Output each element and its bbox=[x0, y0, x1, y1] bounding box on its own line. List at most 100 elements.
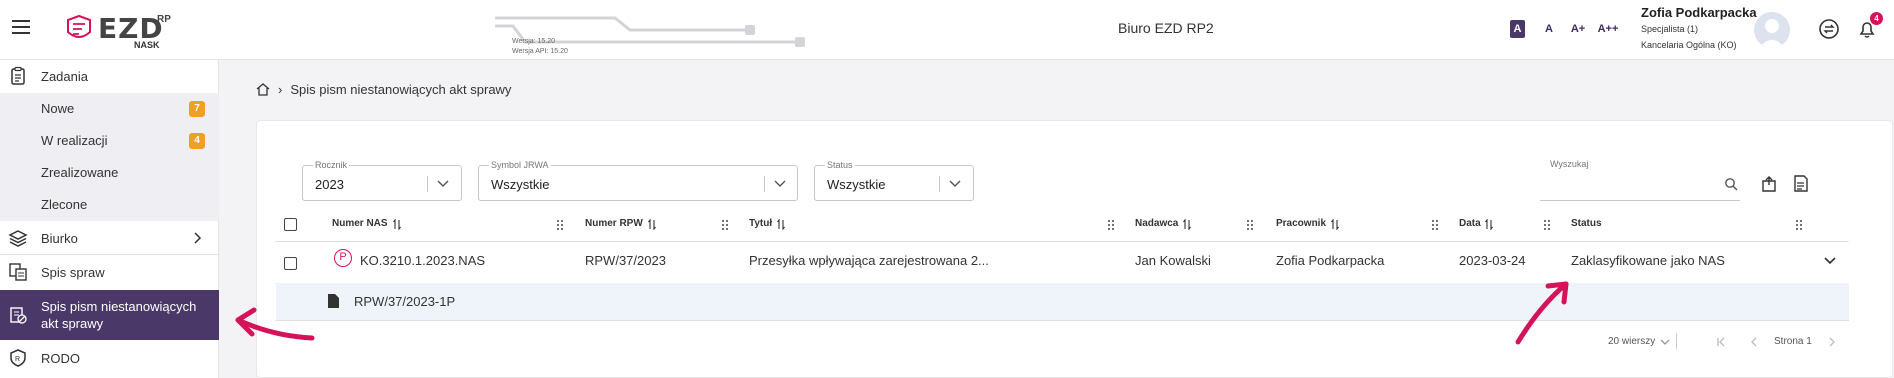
user-name[interactable]: Zofia Podkarpacka bbox=[1641, 5, 1757, 20]
year-select-label: Rocznik bbox=[313, 160, 350, 170]
sidebar-item-rodo[interactable]: R RODO bbox=[0, 342, 219, 374]
home-icon[interactable] bbox=[256, 83, 270, 96]
cell-status: Zaklasyfikowane jako NAS bbox=[1571, 253, 1725, 268]
status-select-value: Wszystkie bbox=[827, 177, 886, 192]
clear-filters-icon[interactable] bbox=[1760, 175, 1778, 193]
sidebar-item-tasks[interactable]: Zadania bbox=[0, 60, 219, 92]
sort-icon[interactable] bbox=[1485, 219, 1494, 230]
sidebar-item-completed[interactable]: Zrealizowane bbox=[0, 157, 219, 189]
shield-icon: R bbox=[10, 349, 26, 367]
font-size-xlarge-button[interactable]: A++ bbox=[1597, 20, 1619, 38]
breadcrumb-separator: › bbox=[278, 82, 283, 97]
breadcrumb: › Spis pism niestanowiących akt sprawy bbox=[256, 82, 511, 97]
attachment-number[interactable]: RPW/37/2023-1P bbox=[354, 294, 455, 309]
drag-handle-icon[interactable] bbox=[1107, 219, 1115, 231]
drag-handle-icon[interactable] bbox=[1431, 219, 1439, 231]
sort-icon[interactable] bbox=[1331, 219, 1340, 230]
sidebar-item-label-line1: Spis pism niestanowiących bbox=[41, 299, 197, 314]
column-header-sender[interactable]: Nadawca bbox=[1135, 218, 1178, 229]
column-header-employee[interactable]: Pracownik bbox=[1276, 218, 1326, 229]
font-size-a-button[interactable]: A bbox=[1510, 20, 1525, 38]
cell-employee: Zofia Podkarpacka bbox=[1276, 253, 1385, 268]
sort-icon[interactable] bbox=[1183, 219, 1192, 230]
document-tree-icon bbox=[9, 263, 27, 281]
drag-handle-icon[interactable] bbox=[721, 219, 729, 231]
drag-handle-icon[interactable] bbox=[1246, 219, 1254, 231]
sidebar-item-label: Spis spraw bbox=[41, 264, 105, 280]
switch-user-icon[interactable] bbox=[1818, 18, 1840, 40]
sidebar-item-label: RODO bbox=[41, 350, 80, 366]
logo-icon bbox=[67, 14, 91, 38]
count-badge: 7 bbox=[189, 101, 205, 117]
svg-text:R: R bbox=[15, 356, 20, 363]
sidebar-item-desk[interactable]: Biurko bbox=[0, 222, 219, 254]
column-header-title[interactable]: Tytuł bbox=[749, 218, 772, 229]
sidebar: Zadania Nowe 7 W realizacji 4 Zrealizowa… bbox=[0, 60, 219, 378]
document-type-icon: P bbox=[334, 249, 352, 267]
sidebar-item-label: W realizacji bbox=[41, 133, 108, 148]
notification-badge: 4 bbox=[1870, 12, 1883, 25]
file-icon bbox=[328, 294, 339, 308]
sidebar-item-label: Spis pism niestanowiących akt sprawy bbox=[41, 298, 196, 332]
column-header-date[interactable]: Data bbox=[1459, 218, 1481, 229]
drag-handle-icon[interactable] bbox=[1543, 219, 1551, 231]
status-select[interactable]: Status Wszystkie bbox=[814, 160, 974, 201]
search-icon[interactable] bbox=[1724, 177, 1738, 191]
chevron-down-icon bbox=[949, 180, 961, 187]
cell-nas[interactable]: KO.3210.1.2023.NAS bbox=[360, 253, 485, 268]
export-icon[interactable] bbox=[1792, 174, 1810, 193]
sidebar-item-cases[interactable]: Spis spraw bbox=[0, 256, 219, 288]
font-size-a-button-alt[interactable]: A bbox=[1544, 20, 1554, 38]
sidebar-item-label: Nowe bbox=[41, 101, 75, 116]
select-all-checkbox[interactable] bbox=[284, 218, 297, 231]
sidebar-item-in-progress[interactable]: W realizacji 4 bbox=[0, 125, 219, 157]
logo-superscript: RP bbox=[157, 14, 171, 25]
sort-icon[interactable] bbox=[648, 219, 657, 230]
column-header-nas[interactable]: Numer NAS bbox=[332, 218, 388, 229]
drag-handle-icon[interactable] bbox=[556, 219, 564, 231]
font-size-large-button[interactable]: A+ bbox=[1569, 20, 1587, 38]
sort-icon[interactable] bbox=[393, 219, 402, 230]
jrwa-select-label: Symbol JRWA bbox=[489, 160, 551, 170]
rows-per-page-select[interactable]: 20 wierszy bbox=[1608, 336, 1655, 347]
prev-page-icon[interactable] bbox=[1750, 337, 1758, 347]
first-page-icon[interactable] bbox=[1716, 337, 1726, 347]
count-badge: 4 bbox=[189, 133, 205, 149]
sidebar-item-label: Zrealizowane bbox=[41, 165, 119, 180]
api-version-text: Wersja API: 15.20 bbox=[512, 48, 568, 55]
chevron-down-icon[interactable] bbox=[1660, 338, 1670, 346]
sidebar-item-label-line2: akt sprawy bbox=[41, 316, 104, 331]
top-bar: EZD RP NASK Wersja: 15.20 Wersja API: 15… bbox=[0, 0, 1894, 60]
drag-handle-icon[interactable] bbox=[1795, 219, 1803, 231]
user-office: Kancelaria Ogólna (KO) bbox=[1641, 40, 1737, 50]
chevron-down-icon bbox=[437, 180, 449, 187]
search-input-label: Wyszukaj bbox=[1548, 159, 1591, 169]
sidebar-item-label: Zlecone bbox=[41, 197, 88, 212]
sidebar-item-new[interactable]: Nowe 7 bbox=[0, 93, 219, 125]
sidebar-item-delegated[interactable]: Zlecone bbox=[0, 189, 219, 221]
annotation-arrow-icon bbox=[235, 307, 315, 341]
app-logo[interactable]: EZD RP NASK bbox=[62, 12, 192, 50]
sort-icon[interactable] bbox=[777, 219, 786, 230]
cell-date: 2023-03-24 bbox=[1459, 253, 1526, 268]
year-select-value: 2023 bbox=[315, 177, 344, 192]
year-select[interactable]: Rocznik 2023 bbox=[302, 160, 462, 201]
avatar-icon bbox=[1759, 19, 1785, 48]
layers-icon bbox=[8, 230, 28, 247]
column-header-status[interactable]: Status bbox=[1571, 218, 1602, 229]
jrwa-select[interactable]: Symbol JRWA Wszystkie bbox=[478, 160, 798, 201]
logo-vendor: NASK bbox=[134, 40, 160, 50]
cell-rpw: RPW/37/2023 bbox=[585, 253, 666, 268]
sidebar-item-non-case-documents[interactable]: Spis pism niestanowiących akt sprawy bbox=[0, 290, 219, 340]
row-checkbox[interactable] bbox=[284, 257, 297, 270]
avatar[interactable] bbox=[1754, 12, 1790, 48]
next-page-icon[interactable] bbox=[1828, 337, 1836, 347]
search-input[interactable]: Wyszukaj bbox=[1540, 159, 1740, 201]
sidebar-item-label: Zadania bbox=[41, 68, 88, 84]
version-text: Wersja: 15.20 bbox=[512, 38, 556, 45]
annotation-arrow-icon bbox=[1515, 281, 1569, 345]
menu-icon[interactable] bbox=[12, 20, 30, 36]
expand-chevron-icon[interactable] bbox=[1824, 256, 1836, 265]
column-header-rpw[interactable]: Numer RPW bbox=[585, 218, 643, 229]
attachment-row[interactable]: RPW/37/2023-1P bbox=[276, 283, 1849, 320]
